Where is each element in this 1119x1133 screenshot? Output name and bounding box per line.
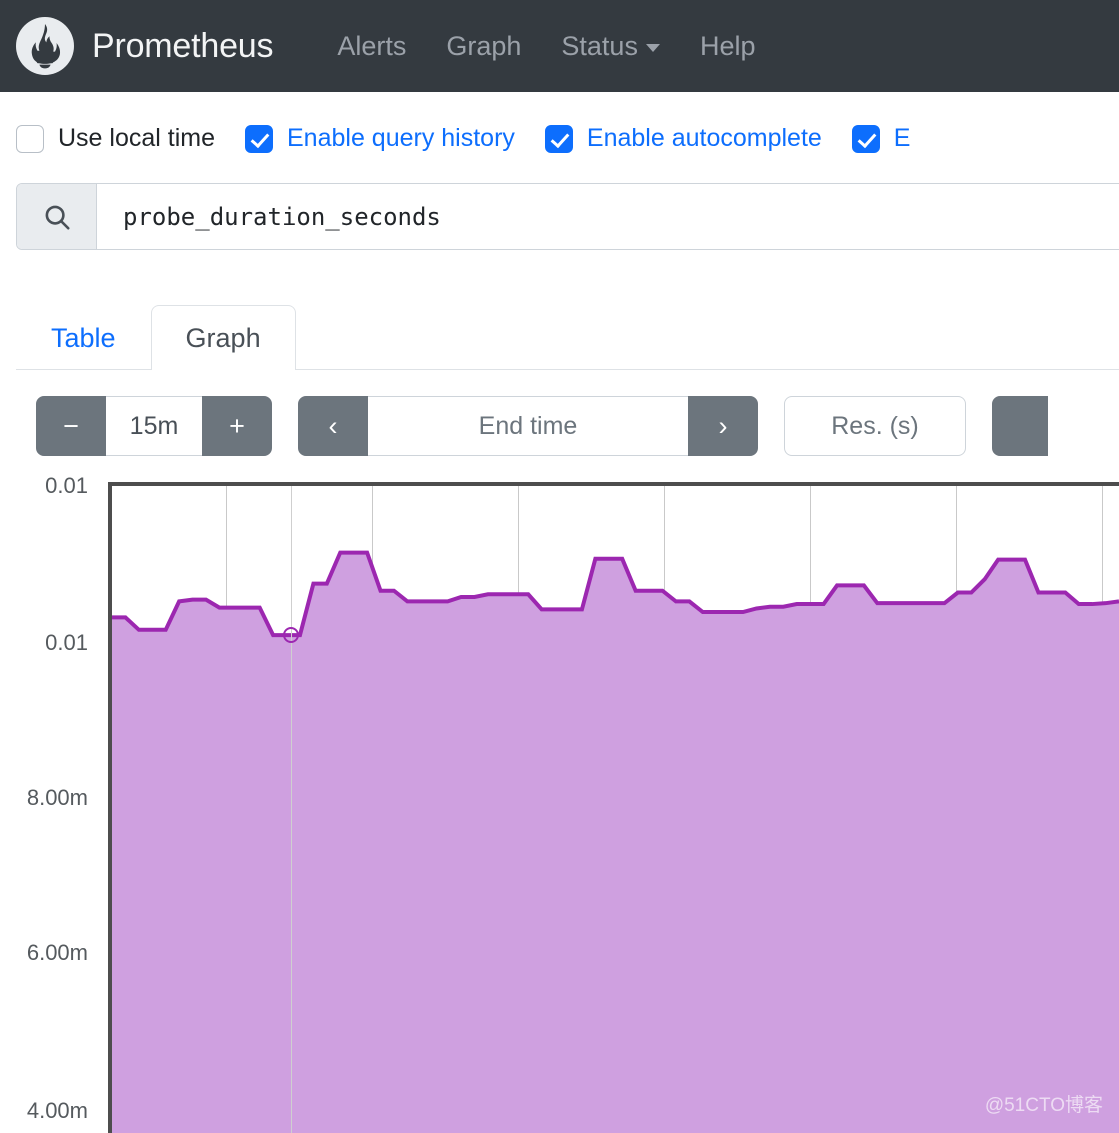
nav-link-status-label: Status <box>561 30 638 61</box>
nav-items: Alerts Graph Status Help <box>317 25 775 68</box>
result-tabs: Table Graph <box>16 284 1119 370</box>
prometheus-torch-icon <box>16 17 74 75</box>
nav-link-graph-label: Graph <box>446 30 522 61</box>
y-tick-label: 6.00m <box>26 940 88 965</box>
range-increase-button[interactable]: + <box>202 396 272 456</box>
nav-link-alerts-label: Alerts <box>337 30 407 61</box>
fourth-option-checkbox[interactable] <box>851 124 880 153</box>
end-time-input[interactable]: End time <box>368 396 688 456</box>
nav-link-help-label: Help <box>699 30 756 61</box>
nav-link-alerts[interactable]: Alerts <box>317 25 426 68</box>
enable-query-history-label: Enable query history <box>287 124 515 152</box>
y-tick-label: 8.00m <box>26 785 88 810</box>
hover-point-marker <box>283 627 299 644</box>
option-use-local-time[interactable]: Use local time <box>16 124 215 153</box>
use-local-time-checkbox[interactable] <box>16 124 44 153</box>
option-enable-query-history[interactable]: Enable query history <box>245 124 515 153</box>
end-time-group: ‹ End time › <box>298 396 758 456</box>
plot-area[interactable] <box>108 482 1119 1133</box>
nav-link-graph[interactable]: Graph <box>426 25 541 68</box>
enable-autocomplete-checkbox[interactable] <box>544 124 573 153</box>
y-tick-label: 0.01 <box>45 630 88 655</box>
query-input-group <box>16 183 1119 250</box>
brand-name: Prometheus <box>92 26 274 65</box>
option-enable-autocomplete[interactable]: Enable autocomplete <box>544 124 822 153</box>
option-fourth-truncated[interactable]: E <box>851 124 911 153</box>
brand-link[interactable]: Prometheus <box>16 17 274 75</box>
fourth-option-label: E <box>893 124 911 152</box>
tab-graph[interactable]: Graph <box>150 304 296 370</box>
search-icon <box>17 184 97 249</box>
navbar: Prometheus Alerts Graph Status Help <box>0 0 1119 92</box>
y-axis: 0.01 0.01 8.00m 6.00m 4.00m <box>0 473 100 1133</box>
use-local-time-label: Use local time <box>58 124 215 152</box>
nav-link-status[interactable]: Status <box>541 25 680 68</box>
range-input-group: − 15m + <box>36 396 272 456</box>
y-tick-label: 4.00m <box>26 1098 88 1123</box>
enable-autocomplete-label: Enable autocomplete <box>586 124 822 152</box>
enable-query-history-checkbox[interactable] <box>245 124 273 153</box>
options-row: Use local time Enable query history Enab… <box>0 92 1119 153</box>
y-tick-label: 0.01 <box>45 473 88 498</box>
series-probe-duration-seconds <box>112 486 1119 1133</box>
query-expression-input[interactable] <box>97 184 1119 249</box>
range-decrease-button[interactable]: − <box>36 396 106 456</box>
range-input[interactable]: 15m <box>106 396 202 456</box>
time-step-forward-button[interactable]: › <box>688 396 758 456</box>
graph-panel: 0.01 0.01 8.00m 6.00m 4.00m 2024-03-08 0… <box>0 473 1119 1133</box>
stacking-dropdown-button[interactable] <box>992 396 1048 456</box>
crosshair-line <box>291 486 292 1133</box>
chevron-down-icon <box>645 44 660 52</box>
resolution-input[interactable]: Res. (s) <box>784 396 966 456</box>
tab-table[interactable]: Table <box>16 305 151 370</box>
time-step-back-button[interactable]: ‹ <box>298 396 368 456</box>
graph-controls: − 15m + ‹ End time › Res. (s) <box>0 370 1119 456</box>
nav-link-help[interactable]: Help <box>680 25 776 68</box>
